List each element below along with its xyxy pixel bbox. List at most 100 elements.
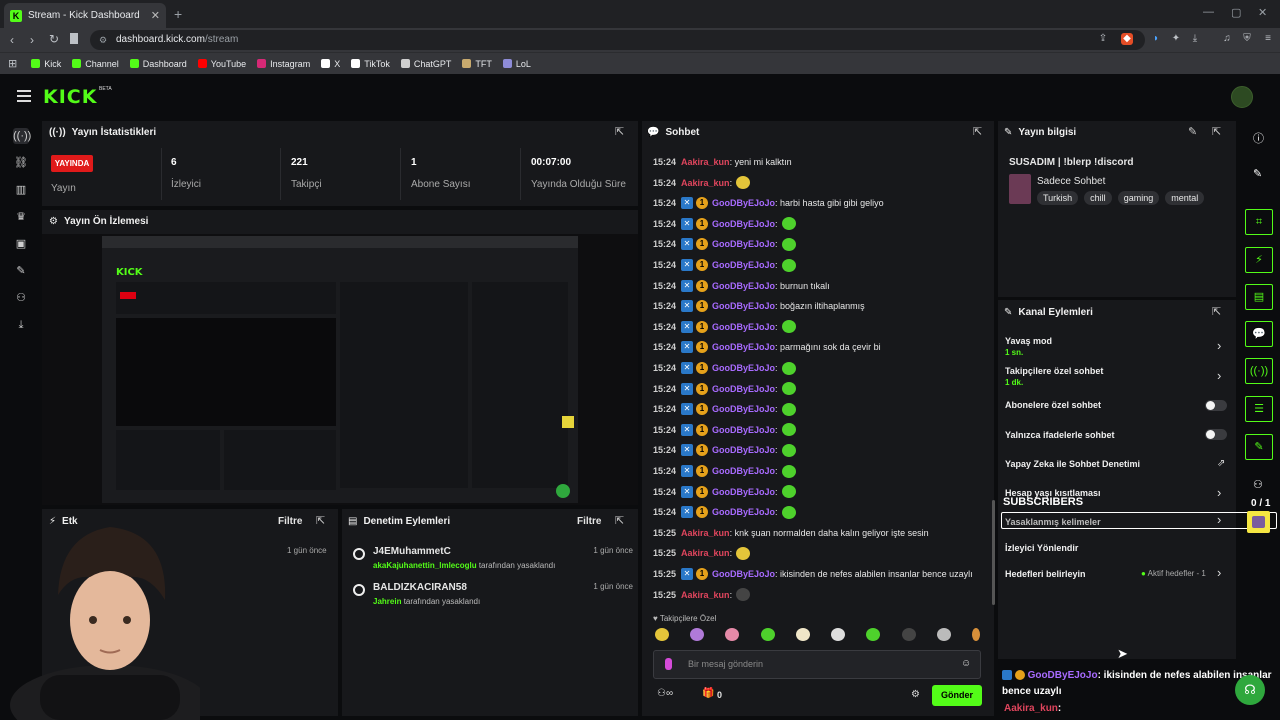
chevron-right-icon[interactable]: ›	[1217, 485, 1221, 500]
chevron-right-icon[interactable]: ›	[1217, 338, 1221, 353]
brave-shield-icon[interactable]: ◆	[1121, 33, 1133, 45]
emote-icon[interactable]	[795, 628, 810, 641]
bookmark-item[interactable]: Instagram	[257, 59, 310, 69]
trophy-nav-icon[interactable]: ♛	[13, 209, 29, 225]
emote-icon[interactable]	[936, 628, 951, 641]
chat-username[interactable]: GooDByEJoJo	[712, 384, 775, 394]
music-icon[interactable]: ♫	[1221, 33, 1233, 45]
chat-scrollbar[interactable]	[992, 500, 995, 605]
chat-username[interactable]: GooDByEJoJo	[712, 219, 775, 229]
chevron-right-icon[interactable]: ›	[1217, 565, 1221, 580]
help-chat-button[interactable]: ☊	[1235, 675, 1265, 705]
info-icon[interactable]: ⓘ	[1253, 130, 1264, 146]
chat-username[interactable]: Aakira_kun	[681, 178, 730, 188]
maximize-icon[interactable]: ▢	[1231, 6, 1241, 19]
emote-icon[interactable]	[760, 628, 775, 641]
popout-icon[interactable]: ⇱	[615, 514, 624, 527]
site-settings-icon[interactable]: ⚙	[99, 30, 107, 50]
emote-icon[interactable]	[690, 628, 705, 641]
subs-only-toggle[interactable]	[1205, 400, 1227, 411]
popout-icon[interactable]: ⇱	[1212, 305, 1221, 318]
users-icon[interactable]: ⚇	[1253, 478, 1263, 491]
browser-tab[interactable]: K Stream - Kick Dashboard ✕	[4, 3, 166, 28]
chevron-right-icon[interactable]: ›	[1217, 512, 1221, 527]
emote-icon[interactable]	[725, 628, 740, 641]
minimize-icon[interactable]: —	[1203, 6, 1214, 18]
apps-icon[interactable]: ⊞	[8, 57, 17, 70]
chat-username[interactable]: Aakira_kun	[681, 157, 730, 167]
edit-icon[interactable]: ✎	[1188, 125, 1197, 138]
microphone-icon[interactable]	[665, 658, 672, 670]
chat-username[interactable]: GooDByEJoJo	[712, 507, 775, 517]
bookmark-icon[interactable]	[70, 33, 78, 44]
chat-icon[interactable]: 💬	[1245, 321, 1273, 347]
hamburger-menu-icon[interactable]	[17, 90, 31, 102]
chat-username[interactable]: GooDByEJoJo	[712, 445, 775, 455]
settings-nav-icon[interactable]: ✎	[13, 263, 29, 279]
download-nav-icon[interactable]: ⤓	[13, 317, 29, 333]
emote-icon[interactable]	[831, 628, 846, 641]
chat-username[interactable]: GooDByEJoJo	[712, 363, 775, 373]
chat-username[interactable]: GooDByEJoJo	[712, 301, 775, 311]
tag[interactable]: mental	[1165, 191, 1205, 205]
bookmark-item[interactable]: LoL	[502, 59, 531, 69]
chat-username[interactable]: GooDByEJoJo	[712, 466, 775, 476]
events-filter-button[interactable]: Filtre	[278, 516, 302, 527]
chat-username[interactable]: GooDByEJoJo	[712, 281, 775, 291]
emote-only-toggle[interactable]	[1205, 429, 1227, 440]
chat-username[interactable]: GooDByEJoJo	[712, 322, 775, 332]
vpn-icon[interactable]: ⛨	[1241, 33, 1253, 45]
bookmark-item[interactable]: ChatGPT	[400, 59, 451, 69]
bookmark-item[interactable]: X	[321, 59, 340, 69]
banned-user[interactable]: J4EMuhammetC	[373, 546, 585, 557]
chat-username[interactable]: GooDByEJoJo	[712, 487, 775, 497]
kick-logo[interactable]: KICK	[43, 86, 97, 108]
moderator[interactable]: Jahrein	[373, 597, 401, 606]
reload-icon[interactable]: ↻	[49, 32, 59, 46]
extension-icon[interactable]: ◗	[1150, 33, 1162, 45]
share-icon[interactable]: ⇪	[1097, 33, 1109, 45]
link-nav-icon[interactable]: ⛓	[13, 155, 29, 171]
chat-username[interactable]: GooDByEJoJo	[712, 425, 775, 435]
pencil-icon[interactable]: ✎	[1253, 167, 1262, 180]
tag[interactable]: gaming	[1117, 191, 1160, 205]
chat-username[interactable]: Aakira_kun	[681, 590, 730, 600]
wrench-icon[interactable]: ✎	[1245, 434, 1273, 460]
chat-username[interactable]: GooDByEJoJo	[712, 198, 775, 208]
popout-icon[interactable]: ⇱	[1212, 125, 1221, 138]
back-icon[interactable]: ‹	[10, 33, 14, 47]
bookmark-item[interactable]: TFT	[462, 59, 492, 69]
chevron-right-icon[interactable]: ›	[1217, 368, 1221, 383]
emoji-icon[interactable]: ☺	[961, 658, 971, 669]
chat-input[interactable]: Bir mesaj gönderin ☺	[653, 650, 981, 679]
chat-username[interactable]: GooDByEJoJo	[712, 404, 775, 414]
puzzle-icon[interactable]: ✦	[1170, 33, 1182, 45]
new-tab-button[interactable]: +	[174, 6, 182, 22]
url-bar[interactable]: ⚙ dashboard.kick.com/stream	[90, 30, 1145, 50]
stream-preview[interactable]: KICK	[42, 234, 638, 505]
emote-icon[interactable]	[901, 628, 916, 641]
chat-settings-icon[interactable]: ⚙	[911, 689, 920, 700]
menu-icon[interactable]: ≡	[1262, 33, 1274, 45]
stream-nav-icon[interactable]: ((·))	[13, 128, 31, 144]
viewers-infinity-icon[interactable]: ⚇∞	[657, 688, 673, 699]
category-name[interactable]: Sadece Sohbet	[1037, 176, 1105, 187]
document-icon[interactable]: ▤	[1245, 284, 1273, 310]
broadcast-icon[interactable]: ((·))	[1245, 358, 1273, 384]
gift-icon[interactable]: 🎁	[702, 688, 714, 699]
chat-username[interactable]: Aakira_kun	[681, 528, 730, 538]
popout-icon[interactable]: ⇱	[316, 514, 325, 527]
tag[interactable]: Turkish	[1037, 191, 1079, 205]
forward-icon[interactable]: ›	[30, 33, 34, 47]
chat-username[interactable]: GooDByEJoJo	[712, 569, 775, 579]
video-nav-icon[interactable]: ▣	[13, 236, 29, 252]
chat-username[interactable]: GooDByEJoJo	[712, 239, 775, 249]
download-icon[interactable]: ⤓	[1189, 33, 1201, 45]
bookmark-item[interactable]: YouTube	[197, 59, 246, 69]
moderator[interactable]: akaKajuhanettin_lmlecoglu	[373, 561, 477, 570]
emote-icon[interactable]	[655, 628, 669, 641]
external-link-icon[interactable]: ⇗	[1217, 458, 1225, 469]
chat-username[interactable]: GooDByEJoJo	[712, 260, 775, 270]
analytics-nav-icon[interactable]: ▥	[13, 182, 29, 198]
bookmark-item[interactable]: Kick	[31, 59, 61, 69]
